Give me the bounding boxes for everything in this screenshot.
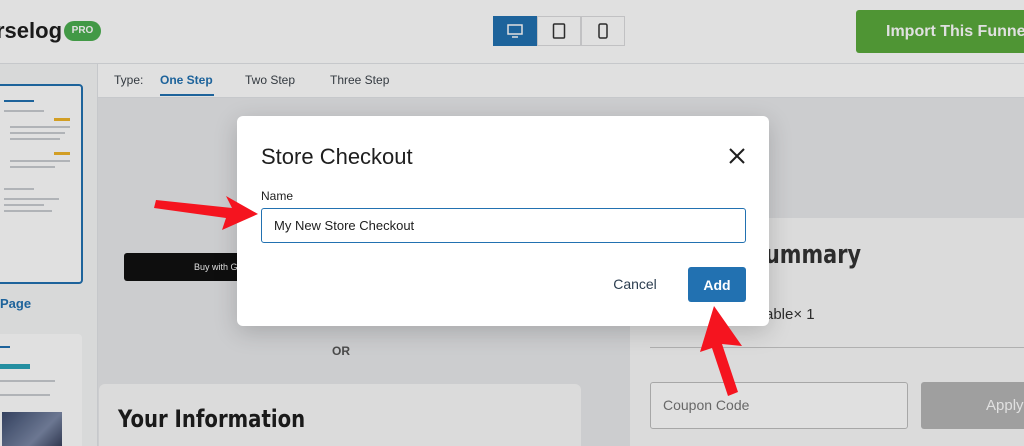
add-button[interactable]: Add (688, 267, 746, 302)
close-icon (729, 148, 745, 164)
close-button[interactable] (727, 146, 747, 166)
cancel-button[interactable]: Cancel (597, 269, 673, 299)
modal-title: Store Checkout (261, 144, 413, 169)
name-field-label: Name (261, 189, 294, 203)
store-checkout-modal: Store Checkout Name Cancel Add (237, 116, 769, 326)
name-input[interactable] (261, 208, 746, 243)
